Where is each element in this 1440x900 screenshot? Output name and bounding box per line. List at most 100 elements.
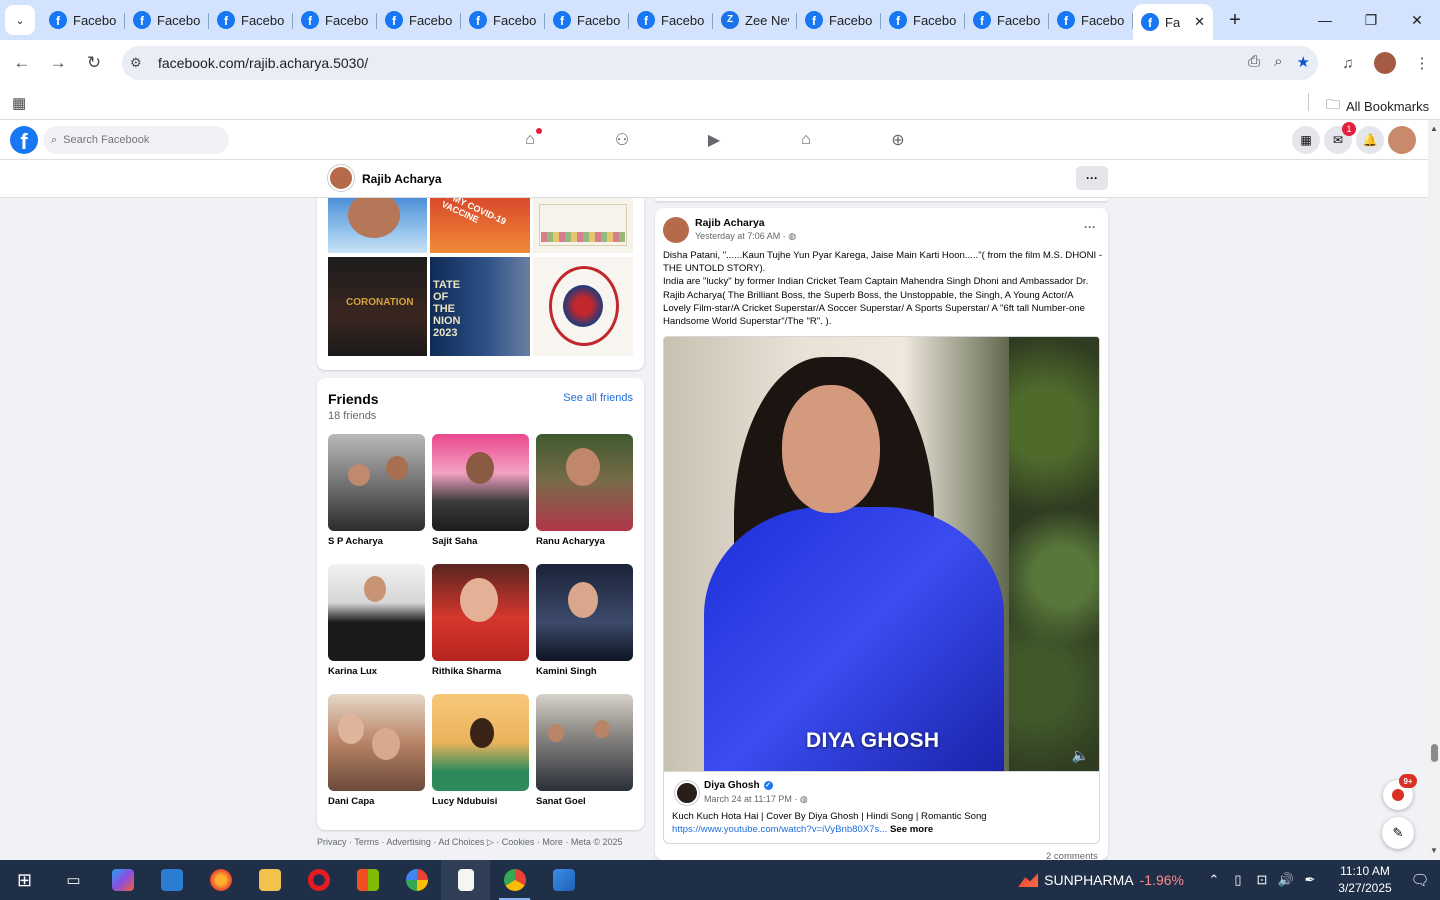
browser-tab[interactable]: ZZee News	[713, 4, 797, 36]
shared-author-name[interactable]: Diya Ghosh ✓	[704, 780, 773, 791]
photo-thumbnail[interactable]: T MY COVID-19 VACCINE	[430, 198, 530, 253]
shared-timestamp[interactable]: March 24 at 11:17 PM · ◍	[704, 794, 808, 805]
tab-search-dropdown[interactable]: ⌄	[5, 5, 35, 35]
taskbar-app[interactable]	[539, 860, 588, 900]
pen-icon[interactable]: ✒	[1298, 872, 1322, 888]
friend-photo[interactable]	[432, 434, 529, 531]
facebook-logo-icon[interactable]: f	[10, 126, 38, 154]
menu-grid-icon[interactable]: ▦	[1292, 126, 1320, 154]
friend-tile[interactable]: S P Acharya	[328, 434, 425, 547]
youtube-link[interactable]: https://www.youtube.com/watch?v=iVyBnb80…	[672, 824, 887, 835]
friend-name[interactable]: Sanat Goel	[536, 796, 633, 807]
taskbar-app[interactable]	[245, 860, 294, 900]
profile-avatar[interactable]	[328, 165, 354, 191]
taskbar-app-active[interactable]	[490, 860, 539, 900]
browser-tab[interactable]: fFacebook	[629, 4, 713, 36]
taskbar-app[interactable]	[147, 860, 196, 900]
network-icon[interactable]: ⊡	[1250, 872, 1274, 888]
photo-thumbnail[interactable]	[328, 198, 427, 253]
new-message-button[interactable]: ✎	[1382, 817, 1414, 849]
friend-name[interactable]: Karina Lux	[328, 666, 425, 677]
friends-nav-icon[interactable]: ⚇	[576, 120, 668, 160]
browser-tab[interactable]: fFacebook	[293, 4, 377, 36]
browser-tab[interactable]: fFacebook	[965, 4, 1049, 36]
see-all-friends-link[interactable]: See all friends	[563, 392, 633, 404]
close-tab-icon[interactable]: ✕	[1194, 14, 1205, 30]
browser-tab[interactable]: fFacebook	[209, 4, 293, 36]
post-timestamp[interactable]: Yesterday at 7:06 AM · ◍	[695, 231, 796, 242]
bookmark-star-icon[interactable]: ★	[1297, 53, 1310, 71]
friend-tile[interactable]: Sanat Goel	[536, 694, 633, 807]
friend-name[interactable]: S P Acharya	[328, 536, 425, 547]
friend-photo[interactable]	[328, 434, 425, 531]
restore-icon[interactable]: ❐	[1348, 0, 1394, 40]
profile-more-button[interactable]: ···	[1076, 166, 1108, 190]
photo-thumbnail[interactable]	[533, 257, 633, 356]
media-control-icon[interactable]: ♫	[1330, 55, 1366, 72]
see-more-link[interactable]: See more	[890, 824, 933, 835]
browser-tab-active[interactable]: f Fa ✕	[1133, 4, 1213, 40]
friend-tile[interactable]: Kamini Singh	[536, 564, 633, 677]
shared-author-name-text[interactable]: Diya Ghosh	[704, 780, 760, 791]
shared-post-box[interactable]: Diya Ghosh ✓ March 24 at 11:17 PM · ◍ Kuc…	[663, 772, 1100, 844]
browser-tab[interactable]: fFacebook	[797, 4, 881, 36]
taskbar-app[interactable]	[343, 860, 392, 900]
clock[interactable]: 11:10 AM 3/27/2025	[1330, 863, 1400, 897]
url-text[interactable]: facebook.com/rajib.acharya.5030/	[158, 55, 368, 71]
friend-photo[interactable]	[536, 434, 633, 531]
taskbar-app[interactable]	[294, 860, 343, 900]
post-author-avatar[interactable]	[663, 217, 689, 243]
friend-photo[interactable]	[536, 564, 633, 661]
friend-tile[interactable]: Rithika Sharma	[432, 564, 529, 677]
friend-tile[interactable]: Sajit Saha	[432, 434, 529, 547]
apps-grid-icon[interactable]: ▦	[12, 94, 26, 112]
friend-photo[interactable]	[536, 694, 633, 791]
show-hidden-icons[interactable]: ⌃	[1202, 872, 1226, 888]
friend-tile[interactable]: Karina Lux	[328, 564, 425, 677]
marketplace-nav-icon[interactable]: ⌂	[760, 120, 852, 160]
search-input[interactable]	[63, 134, 214, 146]
browser-tab[interactable]: fFacebook	[461, 4, 545, 36]
notification-center-icon[interactable]: 🗨	[1400, 871, 1440, 889]
browser-tab[interactable]: fFacebook	[1049, 4, 1133, 36]
friend-name[interactable]: Rithika Sharma	[432, 666, 529, 677]
page-scrollbar[interactable]: ▲ ▼	[1428, 120, 1440, 860]
post-video[interactable]: DIYA GHOSH 🔈	[663, 336, 1100, 772]
friend-name[interactable]: Kamini Singh	[536, 666, 633, 677]
browser-tab[interactable]: fFacebook	[125, 4, 209, 36]
post-author[interactable]: Rajib Acharya	[695, 217, 765, 229]
friend-tile[interactable]: Dani Capa	[328, 694, 425, 807]
browser-tab[interactable]: fFacebook	[545, 4, 629, 36]
friend-tile[interactable]: Ranu Acharyya	[536, 434, 633, 547]
battery-icon[interactable]: ▯	[1226, 872, 1250, 888]
close-window-icon[interactable]: ✕	[1394, 0, 1440, 40]
friends-title[interactable]: Friends	[328, 391, 379, 407]
friend-photo[interactable]	[328, 564, 425, 661]
minimize-icon[interactable]: —	[1302, 0, 1348, 40]
browser-tab[interactable]: fFacebook	[377, 4, 461, 36]
reload-icon[interactable]: ↻	[76, 45, 112, 81]
browser-tab[interactable]: fFacebook	[881, 4, 965, 36]
news-floating-button[interactable]: 9+	[1383, 774, 1417, 810]
notifications-bell-icon[interactable]: 🔔	[1356, 126, 1384, 154]
post-options-icon[interactable]: ···	[1084, 220, 1096, 234]
chrome-menu-icon[interactable]: ⋮	[1404, 54, 1440, 72]
browser-tab[interactable]: fFacebook	[41, 4, 125, 36]
volume-icon[interactable]: 🔊	[1274, 872, 1298, 888]
photo-thumbnail[interactable]: CORONATION	[328, 257, 427, 356]
photo-thumbnail[interactable]: TATE OF THE NION 2023	[430, 257, 530, 356]
friend-photo[interactable]	[432, 564, 529, 661]
messenger-icon[interactable]: ✉ 1	[1324, 122, 1356, 154]
all-bookmarks-button[interactable]: 🗀 All Bookmarks	[1326, 94, 1429, 118]
facebook-footer-links[interactable]: Privacy · Terms · Advertising · Ad Choic…	[317, 837, 623, 848]
site-settings-icon[interactable]: ⚙	[130, 55, 150, 71]
photo-thumbnail[interactable]	[533, 198, 633, 253]
friend-photo[interactable]	[432, 694, 529, 791]
taskbar-app[interactable]	[98, 860, 147, 900]
facebook-search[interactable]: ⌕	[43, 126, 229, 154]
friend-name[interactable]: Lucy Ndubuisi	[432, 796, 529, 807]
taskbar-app[interactable]	[196, 860, 245, 900]
address-bar[interactable]: ⚙ facebook.com/rajib.acharya.5030/ ⎙ ⌕ ★	[122, 46, 1318, 80]
gaming-nav-icon[interactable]: ⊕	[852, 120, 944, 160]
taskbar-app[interactable]	[441, 860, 490, 900]
